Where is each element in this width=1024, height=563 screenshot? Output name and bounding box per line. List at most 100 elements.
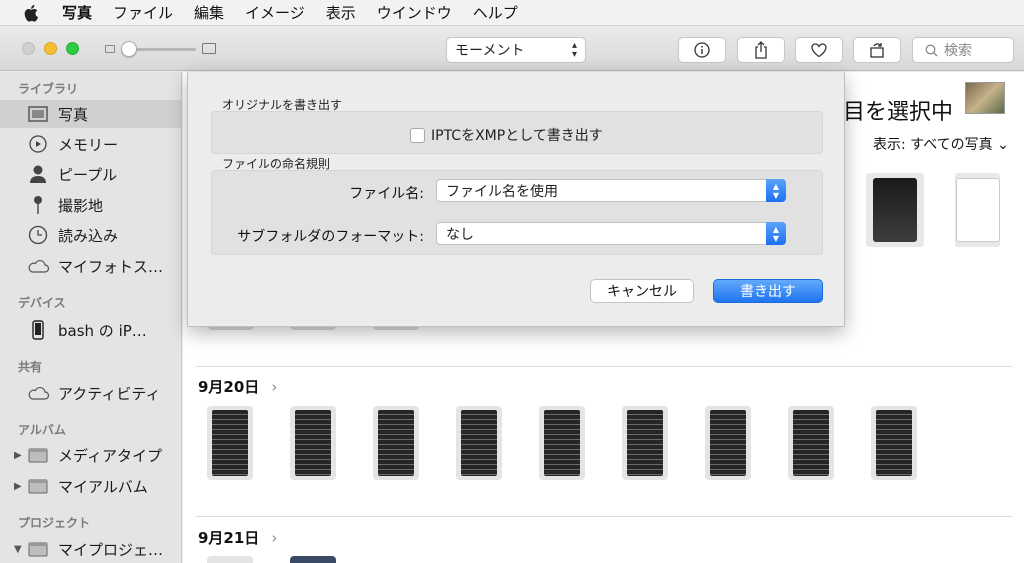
photo-thumbnail[interactable] [955,173,1000,247]
photo-thumbnail[interactable] [373,406,419,480]
search-icon [925,44,938,56]
menu-view[interactable]: 表示 [326,2,356,23]
sidebar-item-label: マイプロジェ… [58,540,164,559]
sidebar-item-my-albums[interactable]: ▶ マイアルバム [0,472,181,500]
menu-window[interactable]: ウインドウ [377,2,452,23]
menu-help[interactable]: ヘルプ [473,2,518,23]
sidebar-item-label: 読み込み [58,226,119,245]
section-divider [196,366,1012,367]
filename-value: ファイル名を使用 [446,183,558,200]
menu-image[interactable]: イメージ [245,2,305,23]
memories-icon [27,133,49,155]
photo-thumbnail[interactable] [622,406,668,480]
disclosure-triangle-icon[interactable]: ▶ [14,450,22,461]
sidebar-item-label: ピープル [58,165,118,184]
sidebar-item-label: メモリー [58,135,119,154]
search-placeholder: 検索 [944,43,972,59]
iptc-xmp-option[interactable]: IPTCをXMPとして書き出す [410,125,603,145]
section-header-devices: デバイス [18,296,66,310]
photo-thumbnail[interactable] [539,406,585,480]
photo-image [378,410,414,476]
subfolder-format-value: なし [446,226,474,243]
zoom-slider-knob[interactable] [121,41,137,57]
share-button[interactable] [737,37,785,63]
menu-photos[interactable]: 写真 [62,2,92,23]
sidebar-item-media-types[interactable]: ▶ メディアタイプ [0,441,181,469]
sidebar-item-places[interactable]: 撮影地 [0,191,181,219]
photo-thumbnail[interactable] [207,406,253,480]
sidebar-item-my-photo-stream[interactable]: マイフォトス… [0,252,181,280]
zoom-in-icon[interactable] [202,43,216,54]
photo-thumbnail[interactable] [788,406,834,480]
section-header-albums: アルバム [18,423,66,437]
disclosure-triangle-icon[interactable]: ▶ [14,481,22,492]
sidebar-item-label: 撮影地 [58,196,104,215]
photo-thumbnail[interactable] [871,406,917,480]
photo-thumbnail[interactable] [866,173,924,247]
date-header[interactable]: 9月20日 › [198,376,277,397]
subfolder-format-popup[interactable]: なし ▲ ▼ [436,222,786,245]
cloud-icon [27,382,49,404]
sidebar-item-label: メディアタイプ [58,446,162,465]
photo-thumbnail-partial[interactable] [207,556,253,563]
rotate-button[interactable] [853,37,901,63]
date-label: 9月20日 [198,378,260,396]
person-icon [27,163,49,185]
photo-thumbnail[interactable] [456,406,502,480]
folder-icon [27,538,49,560]
fullscreen-window-button[interactable] [66,42,79,55]
section-header-projects: プロジェクト [18,516,91,530]
apple-menu-icon[interactable] [22,3,42,23]
info-icon [694,42,710,58]
file-naming-panel: ファイル名: ファイル名を使用 ▲ ▼ サブフォルダのフォーマット: なし ▲ ▼ [211,170,823,255]
clock-icon [27,224,49,246]
sidebar-item-device[interactable]: bash の iP… [0,316,181,344]
view-filter[interactable]: 表示: すべての写真 ⌄ [873,134,1009,154]
photo-image [793,410,829,476]
close-window-button[interactable] [22,42,35,55]
photo-image [212,410,248,476]
sidebar-item-my-projects[interactable]: ▼ マイプロジェ… [0,535,181,563]
disclosure-triangle-expanded-icon[interactable]: ▼ [14,544,22,555]
menu-edit[interactable]: 編集 [194,2,224,23]
sidebar-item-activity[interactable]: アクティビティ [0,379,181,407]
export-options-panel: IPTCをXMPとして書き出す [211,111,823,154]
photo-image [710,410,746,476]
rotate-icon [870,43,884,58]
favorite-button[interactable] [795,37,843,63]
search-field[interactable]: 検索 [912,37,1014,63]
section-header-library: ライブラリ [18,82,79,96]
filename-label: ファイル名: [349,186,424,202]
view-mode-value: モーメント [455,43,525,59]
export-button[interactable]: 書き出す [713,279,823,303]
iptc-xmp-checkbox[interactable] [410,127,425,143]
photo-thumbnail-partial[interactable] [290,556,336,563]
sidebar-item-people[interactable]: ピープル [0,160,181,188]
menu-file[interactable]: ファイル [113,2,173,23]
photo-thumbnail[interactable] [290,406,336,480]
photo-image [295,410,331,476]
updown-chevron-icon: ▲ ▼ [766,179,786,202]
date-label: 9月21日 [198,529,260,547]
sidebar-item-imports[interactable]: 読み込み [0,221,181,249]
sidebar-item-photos[interactable]: 写真 [0,100,181,128]
date-header[interactable]: 9月21日 › [198,527,277,548]
filename-popup[interactable]: ファイル名を使用 ▲ ▼ [436,179,786,202]
zoom-out-icon[interactable] [105,45,115,53]
view-filter-value: すべての写真 [910,137,993,153]
updown-chevron-icon: ▴ ▾ [571,40,577,60]
info-button[interactable] [678,37,726,63]
sidebar-item-label: アクティビティ [58,384,161,403]
photo-image [873,178,917,242]
cancel-button[interactable]: キャンセル [590,279,694,303]
minimize-window-button[interactable] [44,42,57,55]
view-mode-select[interactable]: モーメント ▴ ▾ [446,37,586,63]
folder-icon [27,475,49,497]
photos-icon [27,103,49,125]
sidebar-item-label: マイフォトス… [58,257,164,276]
chevron-right-icon: › [271,378,278,396]
photo-image [544,410,580,476]
cloud-icon [27,255,49,277]
sidebar-item-memories[interactable]: メモリー [0,130,181,158]
photo-thumbnail[interactable] [705,406,751,480]
